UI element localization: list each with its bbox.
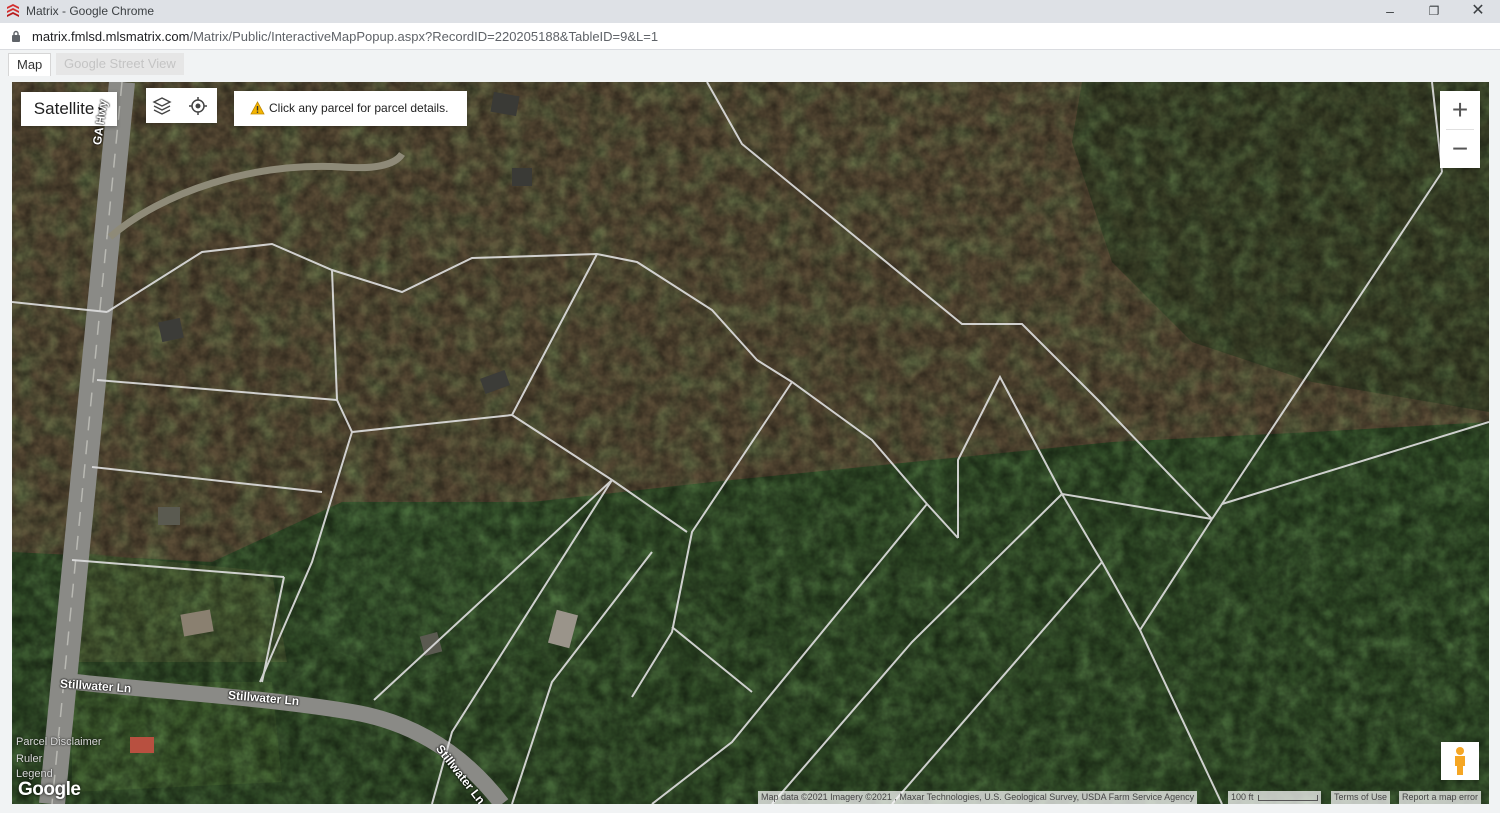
url-text[interactable]: matrix.fmlsd.mlsmatrix.com/Matrix/Public… xyxy=(32,29,658,44)
tab-map[interactable]: Map xyxy=(8,53,52,76)
address-bar[interactable]: matrix.fmlsd.mlsmatrix.com/Matrix/Public… xyxy=(0,23,1500,50)
parcel-disclaimer-link[interactable]: Parcel Disclaimer xyxy=(16,736,102,748)
window-titlebar: Matrix - Google Chrome – ❐ ✕ xyxy=(0,0,1500,23)
terms-of-use-link[interactable]: Terms of Use xyxy=(1331,791,1391,804)
map-tools xyxy=(146,88,217,123)
window-title: Matrix - Google Chrome xyxy=(26,4,155,18)
scale-label: 100 ft xyxy=(1231,792,1254,802)
ruler-link[interactable]: Ruler xyxy=(16,753,42,765)
scale-bar xyxy=(1257,794,1318,801)
lock-icon xyxy=(12,30,20,42)
satellite-map[interactable]: Satellite ▼ Click any parcel for parcel d… xyxy=(12,82,1489,804)
zoom-control: + − xyxy=(1440,91,1480,168)
maximize-button[interactable]: ❐ xyxy=(1412,0,1456,23)
minimize-button[interactable]: – xyxy=(1368,0,1412,23)
url-host: matrix.fmlsd.mlsmatrix.com xyxy=(32,29,190,44)
matrix-app-icon xyxy=(7,4,19,17)
notice-text: Click any parcel for parcel details. xyxy=(269,101,449,115)
view-tabs: Map Google Street View xyxy=(0,50,1500,80)
map-attribution: Map data ©2021 Imagery ©2021 , Maxar Tec… xyxy=(758,791,1198,804)
zoom-out-button[interactable]: − xyxy=(1440,130,1480,168)
scale-indicator: 100 ft xyxy=(1228,791,1321,804)
pegman-icon xyxy=(1455,747,1465,775)
google-logo: Google xyxy=(18,779,81,800)
report-map-error-link[interactable]: Report a map error xyxy=(1399,791,1482,804)
close-button[interactable]: ✕ xyxy=(1456,0,1500,23)
parcel-notice: Click any parcel for parcel details. xyxy=(234,91,467,126)
map-type-label: Satellite xyxy=(33,99,95,118)
locate-icon[interactable] xyxy=(188,96,208,116)
street-view-pegman[interactable] xyxy=(1441,742,1479,780)
tab-street-view[interactable]: Google Street View xyxy=(56,53,184,75)
zoom-in-button[interactable]: + xyxy=(1440,91,1480,129)
warning-icon xyxy=(250,101,265,115)
url-path: /Matrix/Public/InteractiveMapPopup.aspx?… xyxy=(189,29,659,44)
layers-icon[interactable] xyxy=(152,96,172,116)
